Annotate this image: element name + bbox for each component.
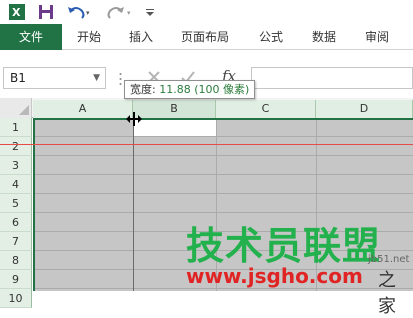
tab-file[interactable]: 文件 [0, 24, 62, 50]
tab-home[interactable]: 开始 [77, 24, 101, 50]
row-header-2[interactable]: 2 [0, 137, 32, 156]
svg-text:▾: ▾ [86, 9, 90, 17]
gridline [33, 155, 413, 156]
tab-review[interactable]: 审阅 [365, 24, 389, 50]
column-header-c[interactable]: C [216, 100, 316, 118]
row-header-3[interactable]: 3 [0, 156, 32, 175]
column-resize-cursor-icon [125, 111, 143, 126]
tooltip-label: 宽度: [130, 83, 156, 96]
watermark-corner-text: jb51.net [368, 254, 410, 265]
formula-bar-grip-icon[interactable] [119, 71, 122, 85]
row-header-4[interactable]: 4 [0, 175, 32, 194]
tab-insert[interactable]: 插入 [129, 24, 153, 50]
undo-icon[interactable]: ▾ [66, 3, 96, 21]
column-header-d[interactable]: D [316, 100, 413, 118]
ribbon-collapsed-area [0, 51, 413, 65]
watermark-title: 技术员联盟 [186, 224, 382, 268]
gridline [33, 288, 413, 289]
row-header-7[interactable]: 7 [0, 232, 32, 251]
quick-access-toolbar: X ▾ ▾ [0, 0, 413, 24]
excel-logo-icon: X [8, 3, 26, 21]
row-header-10[interactable]: 10 [0, 289, 32, 308]
name-box[interactable]: B1 ▼ [3, 67, 106, 89]
customize-qat-icon[interactable] [144, 3, 156, 21]
save-icon[interactable] [38, 3, 54, 21]
row-header-6[interactable]: 6 [0, 213, 32, 232]
column-header-b[interactable]: B [133, 100, 216, 118]
tab-page-layout[interactable]: 页面布局 [181, 24, 229, 50]
column-header-a[interactable]: A [33, 100, 133, 118]
row-header-8[interactable]: 8 [0, 251, 32, 270]
row-header-1[interactable]: 1 [0, 118, 32, 137]
gridline [33, 136, 413, 137]
row-header-9[interactable]: 9 [0, 270, 32, 289]
name-box-value: B1 [10, 71, 26, 85]
tooltip-value: 11.88 (100 像素) [159, 83, 250, 96]
column-width-tooltip: 宽度: 11.88 (100 像素) [124, 80, 256, 99]
watermark-corner-text-2: 之家 [378, 270, 396, 317]
formula-input[interactable] [251, 67, 413, 89]
svg-text:▾: ▾ [127, 9, 131, 17]
gridline [33, 212, 413, 213]
redo-icon[interactable]: ▾ [106, 3, 136, 21]
chevron-down-icon[interactable]: ▼ [93, 68, 100, 88]
svg-text:X: X [12, 6, 21, 19]
gridline [33, 174, 413, 175]
red-guide-line [0, 144, 413, 145]
tab-formulas[interactable]: 公式 [259, 24, 283, 50]
watermark-url: www.jsgho.com [186, 264, 363, 288]
tab-data[interactable]: 数据 [312, 24, 336, 50]
gridline [33, 193, 413, 194]
row-header-5[interactable]: 5 [0, 194, 32, 213]
ribbon-tab-bar: 文件 开始 插入 页面布局 公式 数据 审阅 [0, 24, 413, 50]
select-all-corner[interactable] [0, 98, 32, 118]
active-cell-b1[interactable] [133, 118, 216, 136]
